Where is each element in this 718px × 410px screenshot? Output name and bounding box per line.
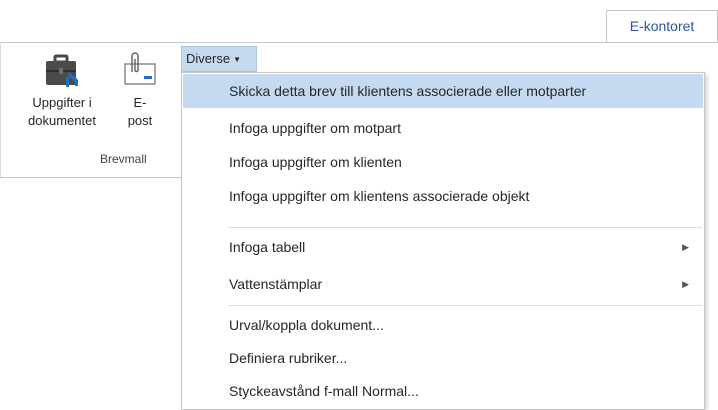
menu-item-infoga-tabell[interactable]: Infoga tabell ▶ (183, 230, 703, 264)
menu-item-definiera-rubriker[interactable]: Definiera rubriker... (183, 341, 703, 375)
ribbon-left-border (0, 42, 1, 178)
uppgifter-label-line1: Uppgifter i (32, 95, 92, 110)
menu-item-label: Infoga tabell (229, 239, 306, 255)
menu-separator (228, 305, 702, 306)
menu-item-label: Urval/koppla dokument... (229, 317, 384, 333)
menu-item-infoga-motpart[interactable]: Infoga uppgifter om motpart (183, 111, 703, 145)
menu-item-styckeavstand[interactable]: Styckeavstånd f-mall Normal... (183, 374, 703, 408)
menu-item-label: Skicka detta brev till klientens associe… (229, 83, 587, 99)
menu-item-label: Infoga uppgifter om klienten (229, 154, 402, 170)
menu-item-label: Infoga uppgifter om motpart (229, 120, 401, 136)
menu-item-label: Styckeavstånd f-mall Normal... (229, 383, 419, 399)
menu-item-skicka-brev[interactable]: Skicka detta brev till klientens associe… (183, 74, 703, 108)
epost-label-line1: E- (133, 95, 147, 110)
submenu-arrow-icon: ▶ (682, 279, 689, 289)
submenu-arrow-icon: ▶ (682, 242, 689, 252)
menu-item-vattenstamplar[interactable]: Vattenstämplar ▶ (183, 267, 703, 301)
epost-label-line2: post (127, 113, 153, 128)
menu-separator (228, 227, 702, 228)
diverse-dropdown-menu: Skicka detta brev till klientens associe… (181, 72, 705, 410)
briefcase-tools-icon (46, 54, 78, 87)
tab-e-kontoret[interactable]: E-kontoret (606, 10, 718, 43)
menu-item-urval-koppla[interactable]: Urval/koppla dokument... (183, 308, 703, 342)
caret-down-icon: ▼ (233, 54, 241, 64)
uppgifter-label-line2: dokumentet (28, 113, 96, 128)
uppgifter-i-dokumentet-button[interactable]: Uppgifter i dokumentet (18, 50, 106, 130)
menu-item-label: Definiera rubriker... (229, 350, 348, 366)
diverse-label: Diverse (186, 51, 231, 66)
menu-item-label: Infoga uppgifter om klientens associerad… (229, 188, 530, 204)
menu-item-infoga-associerade-objekt[interactable]: Infoga uppgifter om klientens associerad… (183, 179, 703, 213)
paperclip-mail-icon (124, 52, 156, 85)
ribbon-bottom-border (0, 177, 182, 178)
group-label-brevmall: Brevmall (100, 152, 147, 166)
diverse-dropdown-button[interactable]: Diverse ▼ (181, 46, 257, 72)
menu-item-infoga-klienten[interactable]: Infoga uppgifter om klienten (183, 145, 703, 179)
ribbon-tabstrip: E-kontoret (0, 0, 718, 43)
menu-item-label: Vattenstämplar (229, 276, 323, 292)
e-post-button[interactable]: E- post (114, 50, 166, 130)
